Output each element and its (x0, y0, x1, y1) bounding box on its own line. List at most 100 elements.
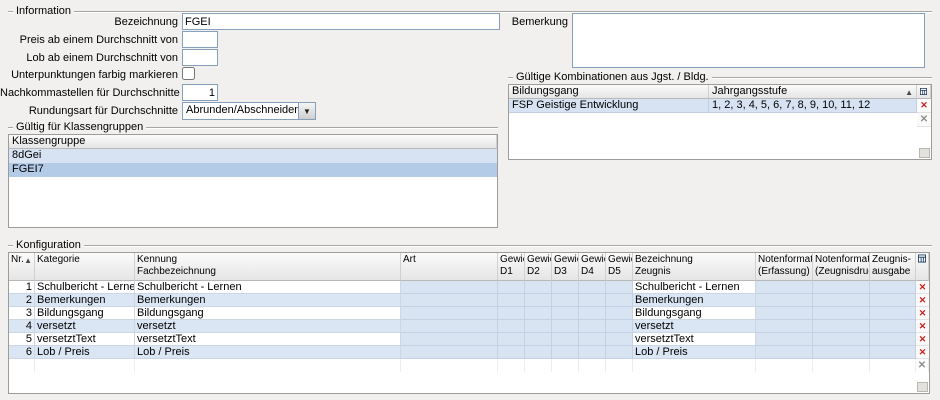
cell-nf_druck[interactable] (813, 281, 870, 294)
cell-kennung[interactable]: Schulbericht - Lernen (135, 281, 401, 294)
cell-d2[interactable] (525, 294, 552, 307)
unterpunktungen-checkbox[interactable] (182, 67, 195, 80)
konfiguration-col-9[interactable]: Bezeichnung Zeugnis (633, 253, 756, 281)
cell-d3[interactable] (552, 346, 579, 359)
cell-d3[interactable] (552, 294, 579, 307)
cell-d1[interactable] (498, 294, 525, 307)
cell-bezeichnung[interactable]: Lob / Preis (633, 346, 756, 359)
cell-ausgabe[interactable] (870, 320, 916, 333)
delete-row-button[interactable]: ✕ (916, 320, 929, 333)
cell-kennung[interactable]: Bildungsgang (135, 307, 401, 320)
cell-d4[interactable] (579, 294, 606, 307)
cell-d2[interactable] (525, 333, 552, 346)
cell-d2[interactable] (525, 307, 552, 320)
cell-bildungsgang[interactable]: FSP Geistige Entwicklung (509, 99, 709, 113)
preis-input[interactable] (182, 31, 218, 48)
delete-row-button[interactable]: ✕ (916, 333, 929, 346)
konfiguration-col-3[interactable]: Art (401, 253, 498, 281)
cell-d1[interactable] (498, 307, 525, 320)
cell-kategorie[interactable]: versetztText (35, 333, 135, 346)
cell-nf_erfassung[interactable] (756, 294, 813, 307)
cell-bezeichnung[interactable]: versetzt (633, 320, 756, 333)
table-settings-button[interactable] (917, 85, 931, 99)
cell-bezeichnung[interactable]: Bemerkungen (633, 294, 756, 307)
kombinationen-col-bildungsgang[interactable]: Bildungsgang (509, 85, 709, 99)
konfiguration-col-6[interactable]: Gewicht D3 (552, 253, 579, 281)
cell-nf_erfassung[interactable] (756, 346, 813, 359)
cell-ausgabe[interactable] (870, 333, 916, 346)
konfiguration-col-7[interactable]: Gewicht D4 (579, 253, 606, 281)
cell-kategorie[interactable]: versetzt (35, 320, 135, 333)
cell-d5[interactable] (606, 294, 633, 307)
cell-art[interactable] (401, 333, 498, 346)
cell-nf_druck[interactable] (813, 294, 870, 307)
cell-art[interactable] (401, 307, 498, 320)
delete-row-button[interactable]: ✕ (917, 99, 931, 113)
delete-row-button[interactable]: ✕ (916, 346, 929, 359)
cell-kategorie[interactable]: Schulbericht - Lernen (35, 281, 135, 294)
cell-kennung[interactable]: Bemerkungen (135, 294, 401, 307)
cell-d1[interactable] (498, 320, 525, 333)
cell-ausgabe[interactable] (870, 281, 916, 294)
konfiguration-col-0[interactable]: Nr.▲ (9, 253, 35, 281)
cell-nr[interactable]: 1 (9, 281, 35, 294)
cell-d1[interactable] (498, 281, 525, 294)
cell-nr[interactable]: 4 (9, 320, 35, 333)
delete-row-button[interactable]: ✕ (916, 294, 929, 307)
konfiguration-col-1[interactable]: Kategorie (35, 253, 135, 281)
cell-d2[interactable] (525, 320, 552, 333)
cell-nr[interactable]: 3 (9, 307, 35, 320)
cell-kennung[interactable]: versetzt (135, 320, 401, 333)
cell-bezeichnung[interactable]: Bildungsgang (633, 307, 756, 320)
cell-kategorie[interactable]: Bemerkungen (35, 294, 135, 307)
cell-d4[interactable] (579, 281, 606, 294)
cell-d3[interactable] (552, 320, 579, 333)
cell-nf_druck[interactable] (813, 333, 870, 346)
cell-nf_erfassung[interactable] (756, 333, 813, 346)
bemerkung-textarea[interactable] (572, 13, 925, 68)
cell-ausgabe[interactable] (870, 307, 916, 320)
konfiguration-col-10[interactable]: Notenformat (Erfassung) (756, 253, 813, 281)
cell-d2[interactable] (525, 346, 552, 359)
chevron-down-icon[interactable]: ▼ (298, 103, 315, 119)
clear-row-button[interactable]: ✕ (917, 113, 931, 127)
cell-kategorie[interactable]: Lob / Preis (35, 346, 135, 359)
delete-row-button[interactable]: ✕ (916, 281, 929, 294)
cell-d5[interactable] (606, 346, 633, 359)
cell-nf_druck[interactable] (813, 307, 870, 320)
cell-d5[interactable] (606, 307, 633, 320)
konfiguration-col-12[interactable]: Zeugnis- ausgabe (870, 253, 916, 281)
cell-d4[interactable] (579, 346, 606, 359)
clear-row-button[interactable]: ✕ (916, 359, 929, 372)
konfiguration-col-2[interactable]: Kennung Fachbezeichnung (135, 253, 401, 281)
cell-d4[interactable] (579, 307, 606, 320)
konfiguration-col-4[interactable]: Gewicht D1 (498, 253, 525, 281)
cell-nf_druck[interactable] (813, 320, 870, 333)
konfiguration-col-8[interactable]: Gewicht D5 (606, 253, 633, 281)
konfiguration-col-5[interactable]: Gewicht D2 (525, 253, 552, 281)
cell-nf_erfassung[interactable] (756, 281, 813, 294)
table-settings-button[interactable] (916, 253, 929, 281)
cell-d2[interactable] (525, 281, 552, 294)
nachkommastellen-input[interactable] (182, 84, 218, 101)
cell-kategorie[interactable]: Bildungsgang (35, 307, 135, 320)
klassengruppe-row[interactable]: 8dGei (9, 149, 497, 163)
klassengruppe-row[interactable]: FGEI7 (9, 163, 497, 177)
cell-d1[interactable] (498, 346, 525, 359)
kombinationen-col-jahrgangsstufe[interactable]: Jahrgangsstufe ▲ (709, 85, 917, 99)
cell-d5[interactable] (606, 333, 633, 346)
cell-ausgabe[interactable] (870, 346, 916, 359)
cell-d4[interactable] (579, 333, 606, 346)
cell-nf_druck[interactable] (813, 346, 870, 359)
cell-art[interactable] (401, 294, 498, 307)
klassengruppen-column-header[interactable]: Klassengruppe (9, 135, 497, 149)
cell-bezeichnung[interactable]: versetztText (633, 333, 756, 346)
cell-d3[interactable] (552, 281, 579, 294)
cell-ausgabe[interactable] (870, 294, 916, 307)
bezeichnung-input[interactable] (182, 13, 500, 30)
cell-d1[interactable] (498, 333, 525, 346)
cell-bezeichnung[interactable]: Schulbericht - Lernen (633, 281, 756, 294)
cell-nr[interactable]: 5 (9, 333, 35, 346)
cell-d3[interactable] (552, 307, 579, 320)
cell-d4[interactable] (579, 320, 606, 333)
